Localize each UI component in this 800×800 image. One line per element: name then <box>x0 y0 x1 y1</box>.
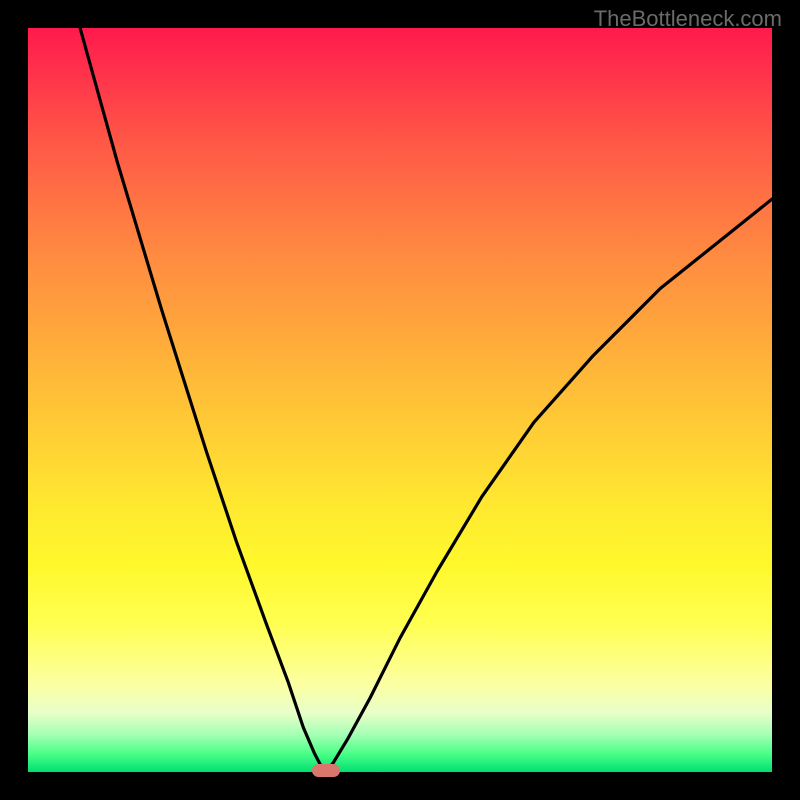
curve-svg <box>28 28 772 772</box>
watermark-text: TheBottleneck.com <box>594 6 782 32</box>
plot-area <box>28 28 772 772</box>
bottleneck-curve <box>80 28 772 772</box>
minimum-marker <box>312 764 340 777</box>
